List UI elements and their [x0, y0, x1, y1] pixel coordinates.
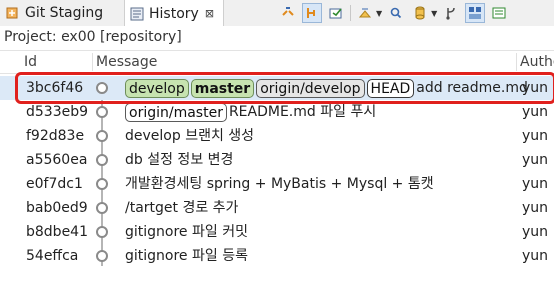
- ref-badge-local: master: [190, 78, 255, 98]
- commit-message: /tartget 경로 추가: [125, 200, 239, 216]
- commit-id: 54effca: [26, 248, 79, 264]
- table-row[interactable]: f92d83e develop 브랜치 생성 yun: [0, 124, 554, 148]
- filter-icon[interactable]: [355, 3, 375, 23]
- commit-node-icon: [96, 178, 108, 190]
- commit-node-icon: [96, 202, 108, 214]
- column-header-author[interactable]: Autho: [520, 51, 554, 73]
- commit-id: 3bc6f46: [26, 80, 84, 96]
- commit-id: f92d83e: [26, 128, 85, 144]
- commit-author: yun: [522, 248, 549, 264]
- ref-badge-head: HEAD: [366, 78, 415, 98]
- compare-mode-icon[interactable]: [326, 3, 346, 23]
- table-row[interactable]: e0f7dc1 개발환경세팅 spring + MyBatis + Mysql …: [0, 172, 554, 196]
- commit-author: yun: [522, 128, 549, 144]
- tab-history-label: History: [149, 5, 199, 22]
- table-header: Id Message Autho: [0, 50, 554, 74]
- commit-message: 개발환경세팅 spring + MyBatis + Mysql + 톰캣: [125, 176, 434, 192]
- commit-author: yun: [522, 80, 549, 96]
- commit-message: gitignore 파일 커밋: [125, 224, 248, 240]
- tab-git-staging-label: Git Staging: [25, 5, 104, 21]
- commit-author: yun: [522, 104, 549, 120]
- tab-git-staging[interactable]: Git Staging: [0, 0, 138, 26]
- commit-id: a5560ea: [26, 152, 88, 168]
- commit-author: yun: [522, 224, 549, 240]
- commit-author: yun: [522, 152, 549, 168]
- table-row[interactable]: a5560ea db 설정 정보 변경 yun: [0, 148, 554, 172]
- view-menu-icon[interactable]: [489, 3, 509, 23]
- repository-dropdown-icon[interactable]: ▼: [431, 9, 437, 18]
- commit-message: origin/master README.md 파일 푸시: [125, 100, 376, 124]
- link-with-selection-icon[interactable]: [278, 3, 298, 23]
- layout-icon[interactable]: [465, 3, 486, 23]
- toolbar-separator: [350, 5, 351, 21]
- table-row[interactable]: 3bc6f46 develop master origin/develop HE…: [0, 76, 554, 100]
- commit-node-icon: [96, 130, 108, 142]
- commit-node-icon: [96, 82, 108, 94]
- repository-icon[interactable]: [410, 3, 430, 23]
- filter-dropdown-icon[interactable]: ▼: [376, 9, 382, 18]
- column-header-message[interactable]: Message: [96, 51, 157, 73]
- commit-node-icon: [96, 250, 108, 262]
- commit-author: yun: [522, 176, 549, 192]
- table-row[interactable]: b8dbe41 gitignore 파일 커밋 yun: [0, 220, 554, 244]
- show-all-branches-icon[interactable]: [302, 3, 322, 23]
- ref-badge-remote: origin/master: [125, 102, 227, 122]
- column-divider[interactable]: [516, 53, 517, 71]
- ref-badge-remote: origin/develop: [256, 78, 365, 98]
- history-icon: [129, 6, 145, 22]
- column-divider[interactable]: [92, 53, 93, 71]
- search-icon[interactable]: [386, 3, 406, 23]
- close-tab-icon[interactable]: ⊠: [205, 7, 214, 20]
- branch-icon[interactable]: [441, 3, 461, 23]
- commit-id: bab0ed9: [26, 200, 88, 216]
- tab-history[interactable]: History ⊠: [124, 0, 224, 27]
- commit-message-text: README.md 파일 푸시: [228, 104, 377, 120]
- column-header-id[interactable]: Id: [24, 51, 37, 73]
- commit-author: yun: [522, 200, 549, 216]
- commit-id: b8dbe41: [26, 224, 88, 240]
- commit-message: develop master origin/develop HEAD add r…: [125, 76, 528, 100]
- table-row[interactable]: d533eb9 origin/master README.md 파일 푸시 yu…: [0, 100, 554, 124]
- table-row[interactable]: 54effca gitignore 파일 등록 yun: [0, 244, 554, 268]
- ref-badge-local: develop: [125, 78, 189, 98]
- commit-message: gitignore 파일 등록: [125, 248, 248, 264]
- commit-node-icon: [96, 226, 108, 238]
- commit-message-text: add readme.md: [416, 80, 528, 96]
- commit-id: d533eb9: [26, 104, 89, 120]
- commit-message: develop 브랜치 생성: [125, 128, 255, 144]
- git-staging-icon: [5, 5, 21, 21]
- commit-node-icon: [96, 154, 108, 166]
- view-toolbar: ▼ ▼: [278, 2, 513, 24]
- commit-message: db 설정 정보 변경: [125, 152, 234, 168]
- project-label: Project: ex00 [repository]: [0, 26, 554, 48]
- commit-node-icon: [96, 106, 108, 118]
- table-row[interactable]: bab0ed9 /tartget 경로 추가 yun: [0, 196, 554, 220]
- view-tab-bar: Git Staging History ⊠ ▼ ▼: [0, 0, 554, 27]
- commit-id: e0f7dc1: [26, 176, 83, 192]
